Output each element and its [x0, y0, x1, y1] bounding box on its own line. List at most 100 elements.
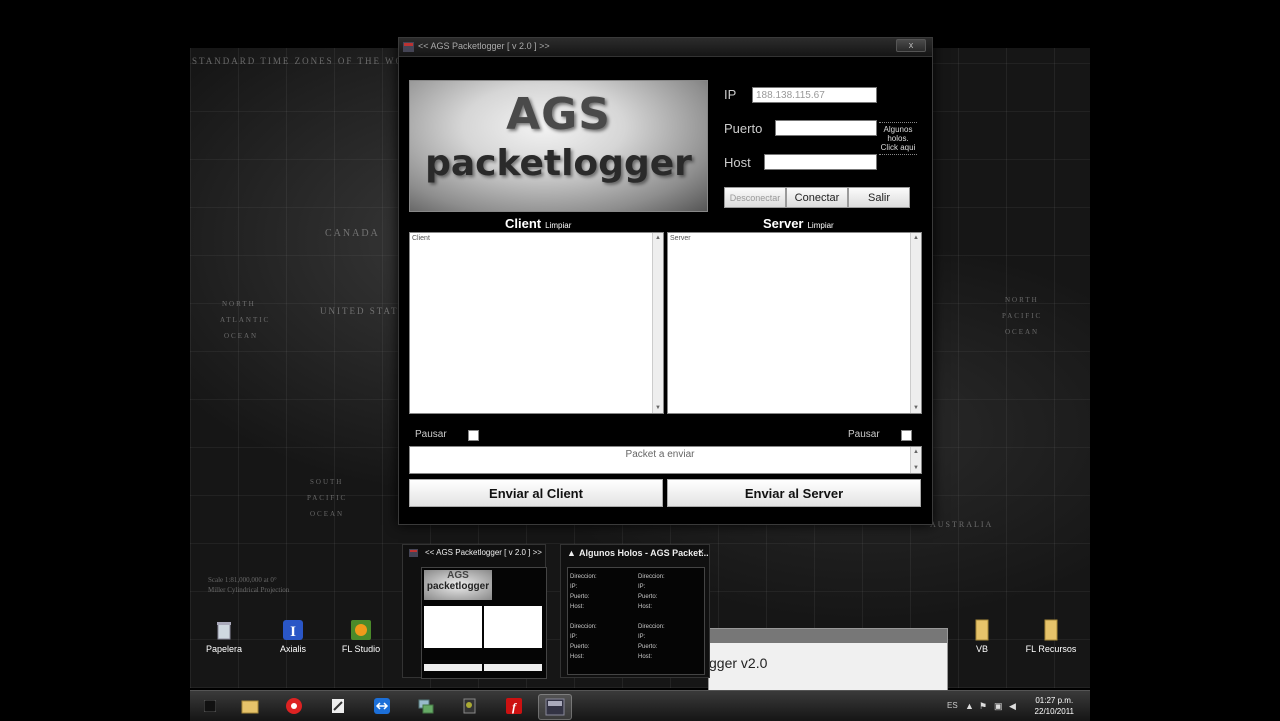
map-projection: Miller Cylindrical Projection: [208, 586, 290, 594]
holos-field-label: IP:: [570, 634, 578, 640]
preview-logo: AGS packetlogger: [424, 570, 492, 600]
close-icon[interactable]: ×: [698, 545, 704, 561]
holos-block: Direccion: IP: Puerto: Host:: [570, 622, 597, 662]
language-indicator[interactable]: ES: [947, 701, 958, 710]
preview-server-log: [484, 606, 542, 648]
host-field[interactable]: [764, 154, 877, 170]
scroll-down-icon[interactable]: ▼: [653, 403, 663, 413]
client-log[interactable]: Client ▲ ▼: [409, 232, 664, 414]
client-log-scrollbar[interactable]: ▲ ▼: [652, 233, 663, 413]
holos-field-label: Direccion:: [570, 574, 597, 580]
client-clear-link[interactable]: Limpiar: [545, 221, 571, 230]
window-titlebar[interactable]: << AGS Packetlogger [ v 2.0 ] >> x: [399, 38, 932, 57]
taskbar-explorer[interactable]: [234, 694, 266, 718]
server-clear-link[interactable]: Limpiar: [807, 221, 833, 230]
flag-icon[interactable]: ⚑: [979, 701, 987, 712]
server-pause-checkbox[interactable]: [901, 430, 912, 441]
desktop-icon-label: FL Recursos: [1025, 644, 1077, 654]
disconnect-button[interactable]: Desconectar: [724, 187, 786, 208]
server-pane-title: Server Limpiar: [763, 216, 834, 231]
holos-link[interactable]: Algunos holos. Click aqui: [879, 122, 917, 155]
map-label: OCEAN: [310, 510, 345, 518]
holos-window-icon: ▲: [567, 548, 576, 558]
desktop-icon-vb[interactable]: VB: [947, 619, 1017, 654]
taskbar-notepad[interactable]: [322, 694, 354, 718]
send-to-client-button[interactable]: Enviar al Client: [409, 479, 663, 507]
send-to-server-button[interactable]: Enviar al Server: [667, 479, 921, 507]
holos-field-label: Host:: [570, 604, 585, 610]
taskbar-ags[interactable]: [538, 694, 572, 720]
connect-button[interactable]: Conectar: [786, 187, 848, 208]
scroll-up-icon[interactable]: ▲: [911, 447, 921, 457]
holos-field-label: Host:: [638, 654, 653, 660]
holos-block: Direccion: IP: Puerto: Host:: [638, 622, 665, 662]
desktop-icon-label: Papelera: [205, 644, 243, 654]
map-title: STANDARD TIME ZONES OF THE WORLD: [192, 56, 429, 66]
exit-button[interactable]: Salir: [848, 187, 910, 208]
packet-input-scrollbar[interactable]: ▲ ▼: [910, 447, 921, 473]
recycle-bin-icon: [217, 622, 231, 640]
video-icon: [463, 698, 476, 714]
server-log-text: Server: [670, 235, 691, 242]
windows-icon: [204, 700, 216, 712]
ags-packetlogger-window: << AGS Packetlogger [ v 2.0 ] >> x AGS p…: [398, 37, 933, 525]
ip-field[interactable]: 188.138.115.67: [752, 87, 877, 103]
map-label: OCEAN: [1005, 328, 1040, 336]
tray-expand-icon[interactable]: ▲: [965, 701, 974, 711]
desktop-icon-recycle-bin[interactable]: Papelera: [189, 619, 259, 654]
folder-icon: [241, 700, 259, 714]
scroll-down-icon[interactable]: ▼: [911, 463, 921, 473]
preview-title-text: << AGS Packetlogger [ v 2.0 ] >>: [425, 548, 542, 557]
map-scale: Scale 1:81,000,000 at 0°: [208, 576, 277, 584]
taskbar-flash[interactable]: f: [498, 694, 530, 718]
close-button[interactable]: x: [896, 39, 926, 52]
browser-icon: [286, 698, 302, 714]
desktop-icon-axialis[interactable]: I Axialis: [258, 619, 328, 654]
background-window[interactable]: gger v2.0: [708, 628, 948, 692]
server-pause-label: Pausar: [848, 429, 880, 440]
folder-icon: [1044, 619, 1058, 641]
taskbar-network[interactable]: [410, 694, 442, 718]
client-pause-checkbox[interactable]: [468, 430, 479, 441]
scroll-up-icon[interactable]: ▲: [911, 233, 921, 243]
preview-title-text: Algunos Holos - AGS Packet...: [579, 548, 709, 558]
map-label: CANADA: [325, 228, 380, 239]
taskbar-browser[interactable]: [278, 694, 310, 718]
clock[interactable]: 01:27 p.m. 22/10/2011: [1035, 695, 1074, 717]
network-tray-icon[interactable]: ▣: [994, 701, 1003, 712]
holos-field-label: Direccion:: [570, 624, 597, 630]
scroll-up-icon[interactable]: ▲: [653, 233, 663, 243]
map-label: AUSTRALIA: [930, 520, 994, 529]
holos-preview[interactable]: ▲ Algunos Holos - AGS Packet... × Direcc…: [560, 544, 710, 678]
volume-icon[interactable]: ◀: [1009, 701, 1016, 712]
client-title: Client: [505, 216, 542, 231]
server-log-scrollbar[interactable]: ▲ ▼: [910, 233, 921, 413]
scroll-down-icon[interactable]: ▼: [911, 403, 921, 413]
holos-field-label: Direccion:: [638, 624, 665, 630]
start-button[interactable]: [196, 694, 224, 718]
server-log[interactable]: Server ▲ ▼: [667, 232, 922, 414]
map-label: NORTH: [1005, 296, 1039, 304]
preview-title: ▲ Algunos Holos - AGS Packet... ×: [561, 545, 709, 561]
map-label: OCEAN: [224, 332, 259, 340]
app-icon: [409, 549, 418, 557]
clock-time: 01:27 p.m.: [1035, 696, 1074, 705]
taskbar-teamviewer[interactable]: [366, 694, 398, 718]
window-title: << AGS Packetlogger [ v 2.0 ] >>: [418, 41, 550, 51]
map-label: SOUTH: [310, 478, 344, 486]
notepad-icon: [332, 699, 344, 713]
holos-field-label: Host:: [638, 604, 653, 610]
desktop-icon-label: FL Studio: [341, 644, 381, 654]
port-field[interactable]: [775, 120, 877, 136]
taskbar-video[interactable]: [454, 694, 486, 718]
map-label: ATLANTIC: [220, 316, 271, 324]
desktop-icon-fl-recursos[interactable]: FL Recursos: [1016, 619, 1086, 654]
packet-input[interactable]: Packet a enviar ▲ ▼: [409, 446, 922, 474]
background-window-titlebar[interactable]: [709, 629, 947, 643]
packetlogger-preview[interactable]: << AGS Packetlogger [ v 2.0 ] >> AGS pac…: [402, 544, 547, 679]
holos-field-label: IP:: [570, 584, 578, 590]
desktop-icon-fl-studio[interactable]: FL Studio: [326, 619, 396, 654]
background-window-text: gger v2.0: [709, 655, 768, 671]
client-pause-label: Pausar: [415, 429, 447, 440]
desktop-icon-label: VB: [975, 644, 988, 654]
